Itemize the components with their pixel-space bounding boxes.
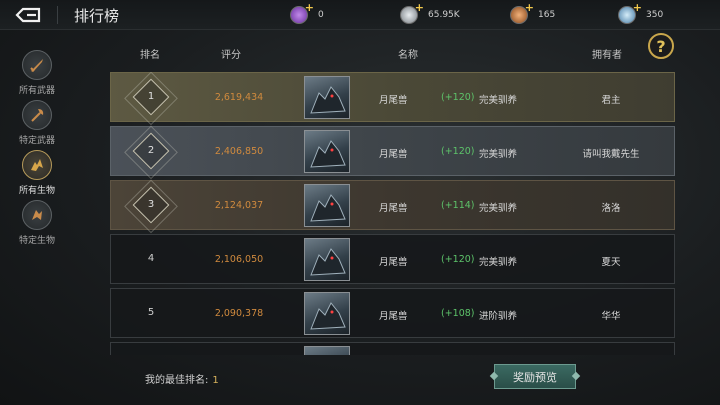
score: 2,619,434 (214, 92, 264, 103)
creature-portrait-icon[interactable] (304, 238, 350, 281)
rank: 5 (147, 307, 155, 318)
tame-level: 完美驯养 (479, 257, 518, 268)
creature-portrait-icon[interactable] (304, 184, 350, 227)
creature-name: 月尾兽 (379, 257, 408, 268)
tame-level: 完美驯养 (479, 95, 518, 106)
table-row[interactable]: 4 2,106,050 月尾兽 (+120) 完美驯养 夏天 (110, 234, 675, 284)
currency-value: 65.95K (428, 10, 460, 20)
sidebar-item-all-creatures[interactable]: 所有生物 (7, 150, 67, 198)
sidebar-item-label: 特定生物 (18, 236, 55, 246)
silver-coin-icon: + (400, 1, 424, 24)
score: 2,090,378 (214, 308, 264, 319)
bonus: (+120) (441, 254, 475, 265)
beast-icon (31, 159, 43, 171)
sword-icon (30, 59, 43, 72)
header-owner: 拥有者 (592, 50, 622, 61)
owner: 华华 (601, 311, 621, 322)
currency-copper[interactable]: + 165 (510, 1, 556, 26)
bonus: (+120) (441, 92, 475, 103)
best-rank-value: 1 (212, 375, 219, 386)
bonus: (+114) (441, 200, 475, 211)
sidebar: 所有武器 特定武器 所有生物 特定生物 (0, 30, 74, 405)
sidebar-item-specific-weapons[interactable]: 特定武器 (7, 100, 67, 148)
rank: 4 (147, 253, 155, 264)
page-title: 排行榜 (74, 7, 120, 25)
currency-value: 0 (318, 10, 324, 20)
creature-portrait-icon[interactable] (304, 130, 350, 173)
creature-portrait-icon[interactable] (304, 346, 350, 355)
table-row[interactable]: 3 2,124,037 月尾兽 (+114) 完美驯养 洛洛 (110, 180, 675, 230)
table-row[interactable]: 1 2,619,434 月尾兽 (+120) 完美驯养 君主 (110, 72, 675, 122)
header-score: 评分 (221, 50, 241, 61)
currency-value: 165 (538, 10, 556, 20)
table-row[interactable]: 2 2,406,850 月尾兽 (+120) 完美驯养 请叫我戴先生 (110, 126, 675, 176)
sidebar-item-label: 所有武器 (18, 86, 55, 96)
creature-name: 月尾兽 (379, 95, 408, 106)
tame-level: 完美驯养 (479, 149, 518, 160)
dragon-icon (32, 210, 42, 220)
purple-gem-icon: + (290, 1, 314, 24)
currency-blue[interactable]: + 350 (618, 1, 664, 26)
table-row[interactable]: 5 2,090,378 月尾兽 (+108) 进阶驯养 华华 (110, 288, 675, 338)
rank: 3 (147, 199, 155, 210)
creature-portrait-icon[interactable] (304, 76, 350, 119)
header-rank: 排名 (140, 50, 160, 61)
ranking-list[interactable]: 1 2,619,434 月尾兽 (+120) 完美驯养 君主 2 2,406,8… (110, 72, 675, 355)
axe-icon (31, 109, 44, 122)
reward-preview-button[interactable]: 奖励预览 (494, 364, 576, 389)
currency-silver[interactable]: + 65.95K (400, 1, 460, 26)
sidebar-item-label: 所有生物 (18, 186, 55, 196)
score: 2,106,050 (214, 254, 264, 265)
currency-purple[interactable]: + 0 (290, 1, 324, 26)
owner: 夏天 (601, 257, 621, 268)
blue-orb-icon: + (618, 1, 642, 24)
sidebar-item-specific-creatures[interactable]: 特定生物 (7, 200, 67, 248)
copper-coin-icon: + (510, 1, 534, 24)
best-rank-label: 我的最佳排名: (145, 375, 209, 386)
creature-portrait-icon[interactable] (304, 292, 350, 335)
creature-name: 月尾兽 (379, 311, 408, 322)
rank: 2 (147, 145, 155, 156)
tame-level: 进阶驯养 (479, 311, 518, 322)
score: 2,124,037 (214, 200, 264, 211)
header-name: 名称 (398, 50, 418, 61)
rank: 1 (147, 91, 155, 102)
creature-name: 月尾兽 (379, 203, 408, 214)
top-bar: 排行榜 + 0 + 65.95K + 165 + 350 (0, 0, 720, 30)
currency-value: 350 (646, 10, 664, 20)
sidebar-item-label: 特定武器 (18, 136, 55, 146)
owner: 君主 (601, 95, 621, 106)
owner: 洛洛 (601, 203, 621, 214)
tame-level: 完美驯养 (479, 203, 518, 214)
help-button[interactable]: ? (648, 33, 674, 59)
back-arrow-icon (15, 7, 41, 23)
creature-name: 月尾兽 (379, 149, 408, 160)
best-rank: 我的最佳排名: 1 (145, 371, 219, 386)
back-button[interactable] (0, 0, 58, 30)
table-row[interactable] (110, 342, 675, 355)
bonus: (+120) (441, 146, 475, 157)
owner: 请叫我戴先生 (582, 149, 640, 160)
bonus: (+108) (441, 308, 475, 319)
sidebar-item-all-weapons[interactable]: 所有武器 (7, 50, 67, 98)
score: 2,406,850 (214, 146, 264, 157)
